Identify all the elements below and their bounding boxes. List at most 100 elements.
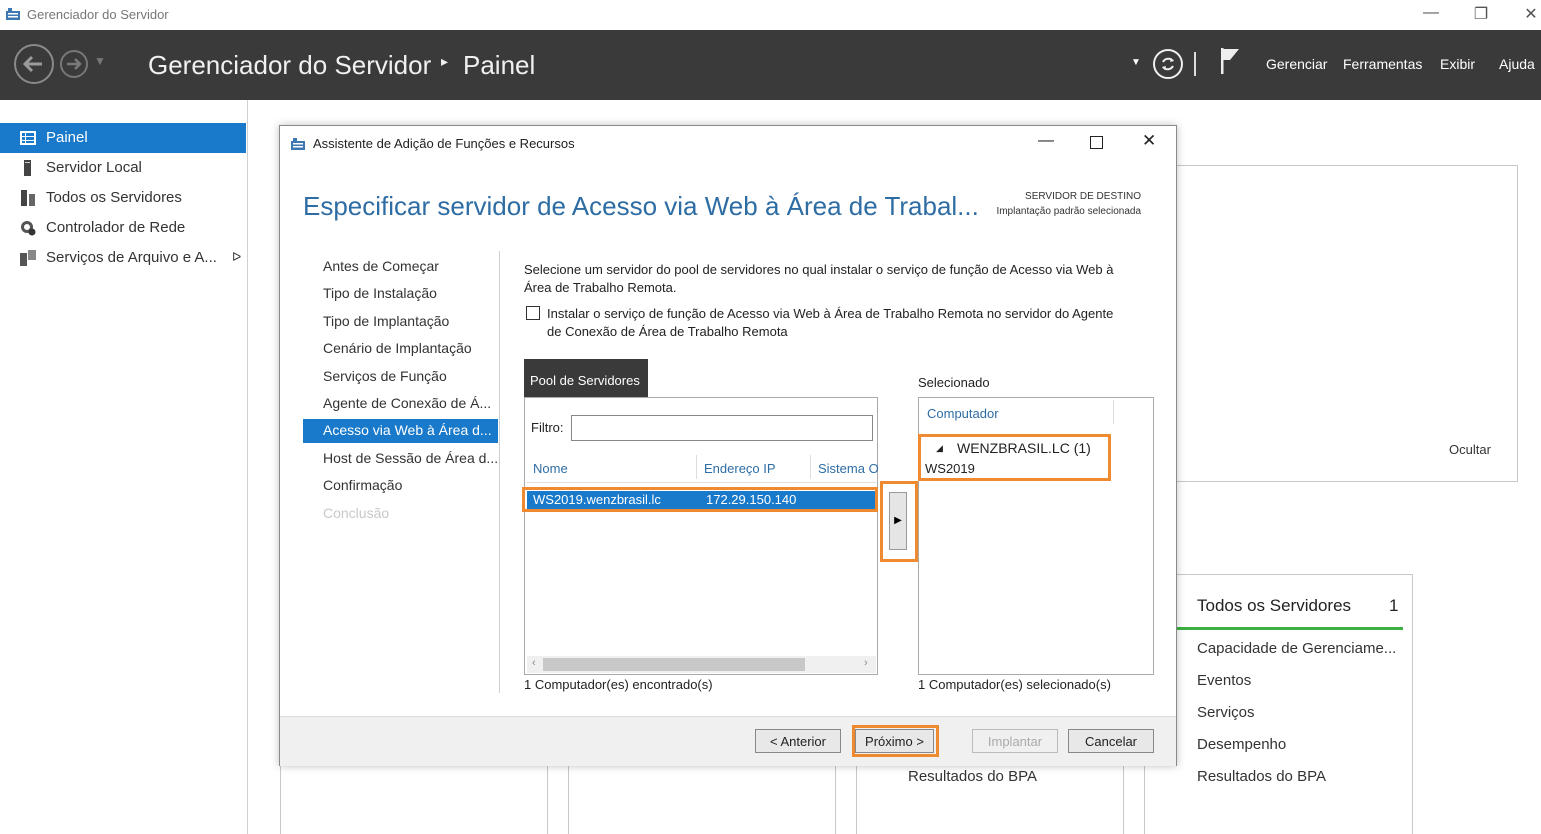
header-divider bbox=[527, 482, 876, 483]
sidebar-item-servicos-arquivo[interactable]: Serviços de Arquivo e A... ᐅ bbox=[0, 243, 246, 273]
column-divider[interactable] bbox=[1113, 400, 1114, 424]
tile-title[interactable]: Todos os Servidores bbox=[1197, 596, 1351, 616]
sidebar-item-todos-servidores[interactable]: Todos os Servidores bbox=[0, 183, 246, 213]
welcome-panel bbox=[1160, 165, 1518, 482]
filter-input[interactable] bbox=[571, 415, 873, 441]
dropdown-icon[interactable]: ▼ bbox=[1131, 57, 1141, 68]
nav-divider bbox=[499, 251, 500, 693]
dialog-maximize-icon[interactable] bbox=[1090, 136, 1103, 149]
tile-item[interactable]: Eventos bbox=[1197, 672, 1251, 689]
selected-count: 1 Computador(es) selecionado(s) bbox=[918, 677, 1111, 692]
wizard-nav-confirmacao[interactable]: Confirmação bbox=[303, 474, 498, 498]
column-header-ip[interactable]: Endereço IP bbox=[704, 461, 776, 476]
menu-ferramentas[interactable]: Ferramentas bbox=[1343, 56, 1422, 72]
wizard-nav-host-sessao[interactable]: Host de Sessão de Área d... bbox=[303, 447, 498, 471]
install-button: Implantar bbox=[972, 729, 1058, 753]
server-icon bbox=[24, 160, 31, 176]
tile-count: 1 bbox=[1389, 596, 1399, 615]
wizard-nav-cenario[interactable]: Cenário de Implantação bbox=[303, 337, 498, 361]
wizard-nav-tipo-implantacao[interactable]: Tipo de Implantação bbox=[303, 310, 498, 334]
forward-arrow-icon bbox=[67, 58, 82, 70]
menu-ajuda[interactable]: Ajuda bbox=[1499, 56, 1535, 72]
highlight-box bbox=[522, 487, 878, 512]
refresh-icon[interactable] bbox=[1153, 49, 1183, 79]
previous-button[interactable]: < Anterior bbox=[755, 729, 841, 753]
sidebar-item-servidor-local[interactable]: Servidor Local bbox=[0, 153, 246, 183]
column-header-name[interactable]: Nome bbox=[533, 461, 568, 476]
sidebar-item-label: Serviços de Arquivo e A... bbox=[46, 249, 217, 266]
app-header: ▼ Gerenciador do Servidor ▸ Painel ▼ Ger… bbox=[0, 30, 1541, 100]
sidebar-item-label: Painel bbox=[46, 129, 88, 146]
pool-count: 1 Computador(es) encontrado(s) bbox=[524, 677, 713, 692]
bpa-results-label[interactable]: Resultados do BPA bbox=[908, 768, 1037, 785]
scroll-right-icon[interactable]: › bbox=[864, 657, 868, 669]
scrollbar-thumb[interactable] bbox=[543, 658, 805, 671]
servers-icon bbox=[21, 190, 35, 206]
column-header-os[interactable]: Sistema O bbox=[818, 461, 878, 476]
dashboard-icon bbox=[20, 131, 36, 145]
menu-exibir[interactable]: Exibir bbox=[1440, 56, 1475, 72]
tile-item[interactable]: Desempenho bbox=[1197, 736, 1286, 753]
status-bar bbox=[1175, 627, 1403, 630]
wizard-nav-tipo-instalacao[interactable]: Tipo de Instalação bbox=[303, 282, 498, 306]
description-line: Selecione um servidor do pool de servido… bbox=[524, 262, 1114, 277]
breadcrumb-separator: ▸ bbox=[441, 53, 449, 69]
dialog-close-icon[interactable]: ✕ bbox=[1142, 131, 1156, 151]
history-dropdown-icon[interactable]: ▼ bbox=[94, 54, 106, 68]
minimize-icon[interactable]: — bbox=[1416, 4, 1446, 22]
wizard-nav-servicos-funcao[interactable]: Serviços de Função bbox=[303, 365, 498, 389]
horizontal-scrollbar[interactable]: ‹ › bbox=[527, 656, 876, 673]
sidebar-item-label: Todos os Servidores bbox=[46, 189, 182, 206]
sidebar-item-painel[interactable]: Painel bbox=[0, 123, 246, 153]
sidebar: Painel Servidor Local Todos os Servidore… bbox=[0, 100, 248, 834]
server-pool-tab[interactable]: Pool de Servidores bbox=[524, 359, 648, 397]
wizard-nav-antes[interactable]: Antes de Começar bbox=[303, 255, 498, 279]
flag-icon[interactable] bbox=[1218, 46, 1242, 76]
server-manager-icon bbox=[6, 8, 20, 20]
tile-item[interactable]: Serviços bbox=[1197, 704, 1255, 721]
page-title: Painel bbox=[463, 50, 536, 80]
sidebar-item-controlador-rede[interactable]: Controlador de Rede bbox=[0, 213, 246, 243]
wizard-nav-agente-conexao[interactable]: Agente de Conexão de Á... bbox=[303, 392, 498, 416]
sidebar-item-label: Controlador de Rede bbox=[46, 219, 186, 236]
destination-server-value: Implantação padrão selecionada bbox=[996, 206, 1141, 217]
checkbox-label-line: Instalar o serviço de função de Acesso v… bbox=[547, 306, 1114, 321]
wizard-heading: Especificar servidor de Acesso via Web à… bbox=[303, 191, 979, 221]
highlight-box bbox=[880, 481, 918, 562]
restore-icon[interactable]: ❐ bbox=[1466, 4, 1496, 24]
column-divider[interactable] bbox=[696, 455, 697, 479]
checkbox-label[interactable]: Instalar o serviço de função de Acesso v… bbox=[547, 305, 1157, 341]
column-divider[interactable] bbox=[810, 455, 811, 479]
back-arrow-icon bbox=[22, 55, 42, 73]
filter-label: Filtro: bbox=[531, 420, 564, 435]
network-controller-icon bbox=[21, 221, 36, 236]
dialog-footer: < Anterior Próximo > Implantar Cancelar bbox=[280, 716, 1176, 766]
dialog-title: Assistente de Adição de Funções e Recurs… bbox=[313, 136, 575, 151]
server-pool-list: Filtro: Nome Endereço IP Sistema O WS201… bbox=[524, 397, 878, 675]
window-titlebar: Gerenciador do Servidor — ❐ ✕ bbox=[0, 0, 1541, 30]
cancel-button[interactable]: Cancelar bbox=[1068, 729, 1154, 753]
back-button[interactable] bbox=[14, 44, 54, 84]
highlight-box bbox=[852, 725, 939, 757]
hide-link[interactable]: Ocultar bbox=[1449, 442, 1491, 457]
close-icon[interactable]: ✕ bbox=[1516, 4, 1541, 24]
scroll-left-icon[interactable]: ‹ bbox=[532, 657, 536, 669]
file-services-icon bbox=[20, 250, 36, 266]
tile-item[interactable]: Resultados do BPA bbox=[1197, 768, 1326, 785]
description-text: Selecione um servidor do pool de servido… bbox=[524, 261, 1164, 297]
description-line: Área de Trabalho Remota. bbox=[524, 280, 677, 295]
wizard-icon bbox=[291, 138, 305, 150]
tile-item[interactable]: Capacidade de Gerenciame... bbox=[1197, 640, 1396, 657]
header-divider bbox=[1194, 52, 1196, 76]
column-header-computer[interactable]: Computador bbox=[927, 406, 999, 421]
all-servers-tile: Todos os Servidores 1 Capacidade de Gere… bbox=[1144, 574, 1413, 834]
expand-arrow-icon[interactable]: ᐅ bbox=[232, 250, 241, 264]
install-on-broker-checkbox[interactable] bbox=[526, 306, 540, 320]
forward-button[interactable] bbox=[60, 50, 88, 78]
checkbox-label-line: de Conexão de Área de Trabalho Remota bbox=[547, 324, 788, 339]
menu-gerenciar[interactable]: Gerenciar bbox=[1266, 56, 1327, 72]
wizard-nav-acesso-web[interactable]: Acesso via Web à Área d... bbox=[303, 419, 498, 443]
tile-bg-2 bbox=[568, 760, 836, 834]
dialog-minimize-icon[interactable]: — bbox=[1038, 132, 1054, 150]
tile-bg-1 bbox=[280, 760, 548, 834]
